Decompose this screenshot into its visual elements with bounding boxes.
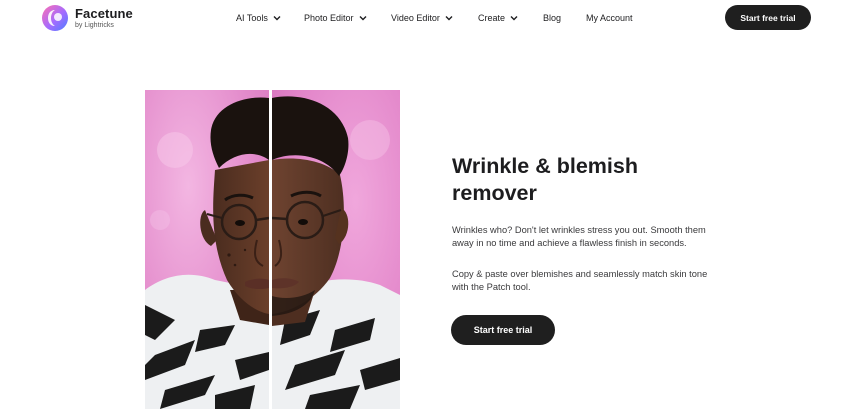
header-start-free-trial-button[interactable]: Start free trial (725, 5, 811, 30)
facetune-logo-icon (42, 5, 68, 31)
nav-photo-editor[interactable]: Photo Editor (304, 12, 367, 24)
facetune-logo[interactable]: Facetune by Lightricks (41, 4, 133, 32)
chevron-down-icon (445, 16, 453, 21)
nav-video-editor[interactable]: Video Editor (391, 12, 453, 24)
feature-title: Wrinkle & blemish remover (452, 154, 638, 205)
before-after-portrait-image (145, 90, 400, 409)
nav-photo-editor-label: Photo Editor (304, 13, 354, 23)
site-header: Facetune by Lightricks AI Tools Photo Ed… (0, 0, 850, 36)
feature-description-1: Wrinkles who? Don't let wrinkles stress … (452, 225, 706, 249)
brand-name: Facetune (75, 5, 133, 21)
chevron-down-icon (359, 16, 367, 21)
start-free-trial-button[interactable]: Start free trial (451, 315, 555, 345)
feature-description-2: Copy & paste over blemishes and seamless… (452, 269, 708, 293)
nav-create[interactable]: Create (478, 12, 518, 24)
chevron-down-icon (510, 16, 518, 21)
nav-create-label: Create (478, 13, 506, 23)
nav-ai-tools[interactable]: AI Tools (236, 12, 281, 24)
nav-video-editor-label: Video Editor (391, 13, 440, 23)
brand-tagline: by Lightricks (75, 21, 114, 29)
nav-my-account-label: My Account (586, 13, 633, 23)
portrait-illustration (145, 90, 400, 409)
nav-blog-label: Blog (543, 13, 562, 23)
nav-my-account[interactable]: My Account (586, 12, 633, 24)
nav-ai-tools-label: AI Tools (236, 13, 268, 23)
nav-blog[interactable]: Blog (543, 12, 561, 24)
chevron-down-icon (273, 16, 281, 21)
